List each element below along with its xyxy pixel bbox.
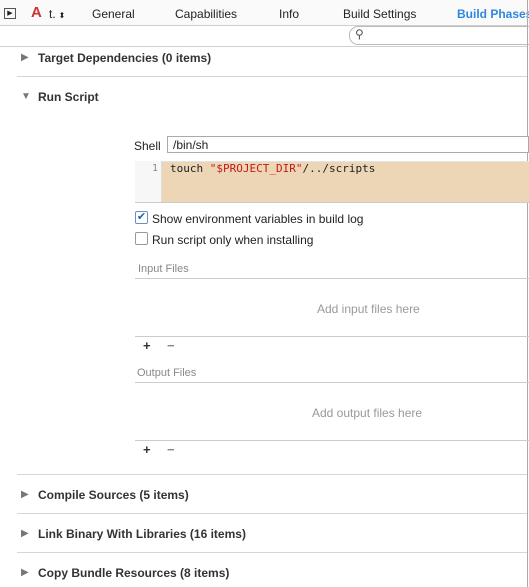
disclosure-triangle-collapsed[interactable]: ▶: [21, 528, 29, 539]
tab-capabilities[interactable]: Capabilities: [175, 7, 237, 21]
divider: [135, 336, 529, 337]
divider: [17, 552, 527, 553]
shell-label: Shell: [134, 139, 161, 153]
output-files-placeholder: Add output files here: [312, 406, 423, 420]
divider: [0, 46, 527, 47]
code-command: touch: [170, 162, 210, 175]
disclosure-triangle-collapsed[interactable]: ▶: [21, 567, 29, 578]
input-files-placeholder: Add input files here: [317, 302, 420, 316]
line-gutter: 1: [135, 161, 162, 202]
code-path: /../scripts: [302, 162, 376, 175]
output-files-label: Output Files: [137, 367, 197, 379]
tab-general[interactable]: General: [92, 7, 135, 21]
show-env-label: Show environment variables in build log: [152, 212, 364, 226]
add-input-file-button[interactable]: +: [143, 338, 151, 353]
phase-link-binary[interactable]: Link Binary With Libraries (16 items): [38, 527, 246, 541]
script-code: touch "$PROJECT_DIR"/../scripts: [170, 162, 375, 175]
code-string: "$PROJECT_DIR": [209, 162, 303, 175]
phase-copy-bundle-resources[interactable]: Copy Bundle Resources (8 items): [38, 566, 229, 580]
search-input[interactable]: ⚲: [349, 26, 529, 45]
divider: [135, 382, 529, 383]
toggle-navigator-icon[interactable]: ▶: [4, 8, 16, 19]
search-icon: ⚲: [355, 27, 364, 41]
phase-target-dependencies[interactable]: Target Dependencies (0 items): [38, 51, 211, 65]
tab-info[interactable]: Info: [279, 7, 299, 21]
input-files-label: Input Files: [138, 263, 189, 275]
phase-run-script[interactable]: Run Script: [38, 90, 99, 104]
divider: [17, 474, 527, 475]
editor-tab-bar: [0, 0, 527, 26]
remove-output-file-button[interactable]: −: [167, 442, 175, 457]
install-only-label: Run script only when installing: [152, 233, 314, 247]
app-target-icon: A: [31, 4, 42, 21]
shell-field[interactable]: /bin/sh: [167, 136, 529, 153]
updown-icon: ⬍: [58, 11, 66, 20]
tab-build-phases[interactable]: Build Phases: [457, 7, 529, 21]
divider: [135, 440, 529, 441]
disclosure-triangle-expanded[interactable]: ▼: [21, 91, 31, 102]
disclosure-triangle-collapsed[interactable]: ▶: [21, 489, 29, 500]
disclosure-triangle-collapsed[interactable]: ▶: [21, 52, 29, 63]
remove-input-file-button[interactable]: −: [167, 338, 175, 353]
target-selector[interactable]: t. ⬍: [49, 7, 65, 21]
divider: [135, 278, 529, 279]
install-only-checkbox[interactable]: [135, 232, 148, 245]
line-number: 1: [151, 163, 158, 174]
divider: [17, 76, 527, 77]
add-output-file-button[interactable]: +: [143, 442, 151, 457]
divider: [17, 513, 527, 514]
tab-build-settings[interactable]: Build Settings: [343, 7, 416, 21]
show-env-checkbox[interactable]: ✔: [135, 211, 148, 224]
phase-compile-sources[interactable]: Compile Sources (5 items): [38, 488, 189, 502]
target-name: t.: [49, 7, 56, 21]
scroll-edge: [527, 0, 528, 587]
